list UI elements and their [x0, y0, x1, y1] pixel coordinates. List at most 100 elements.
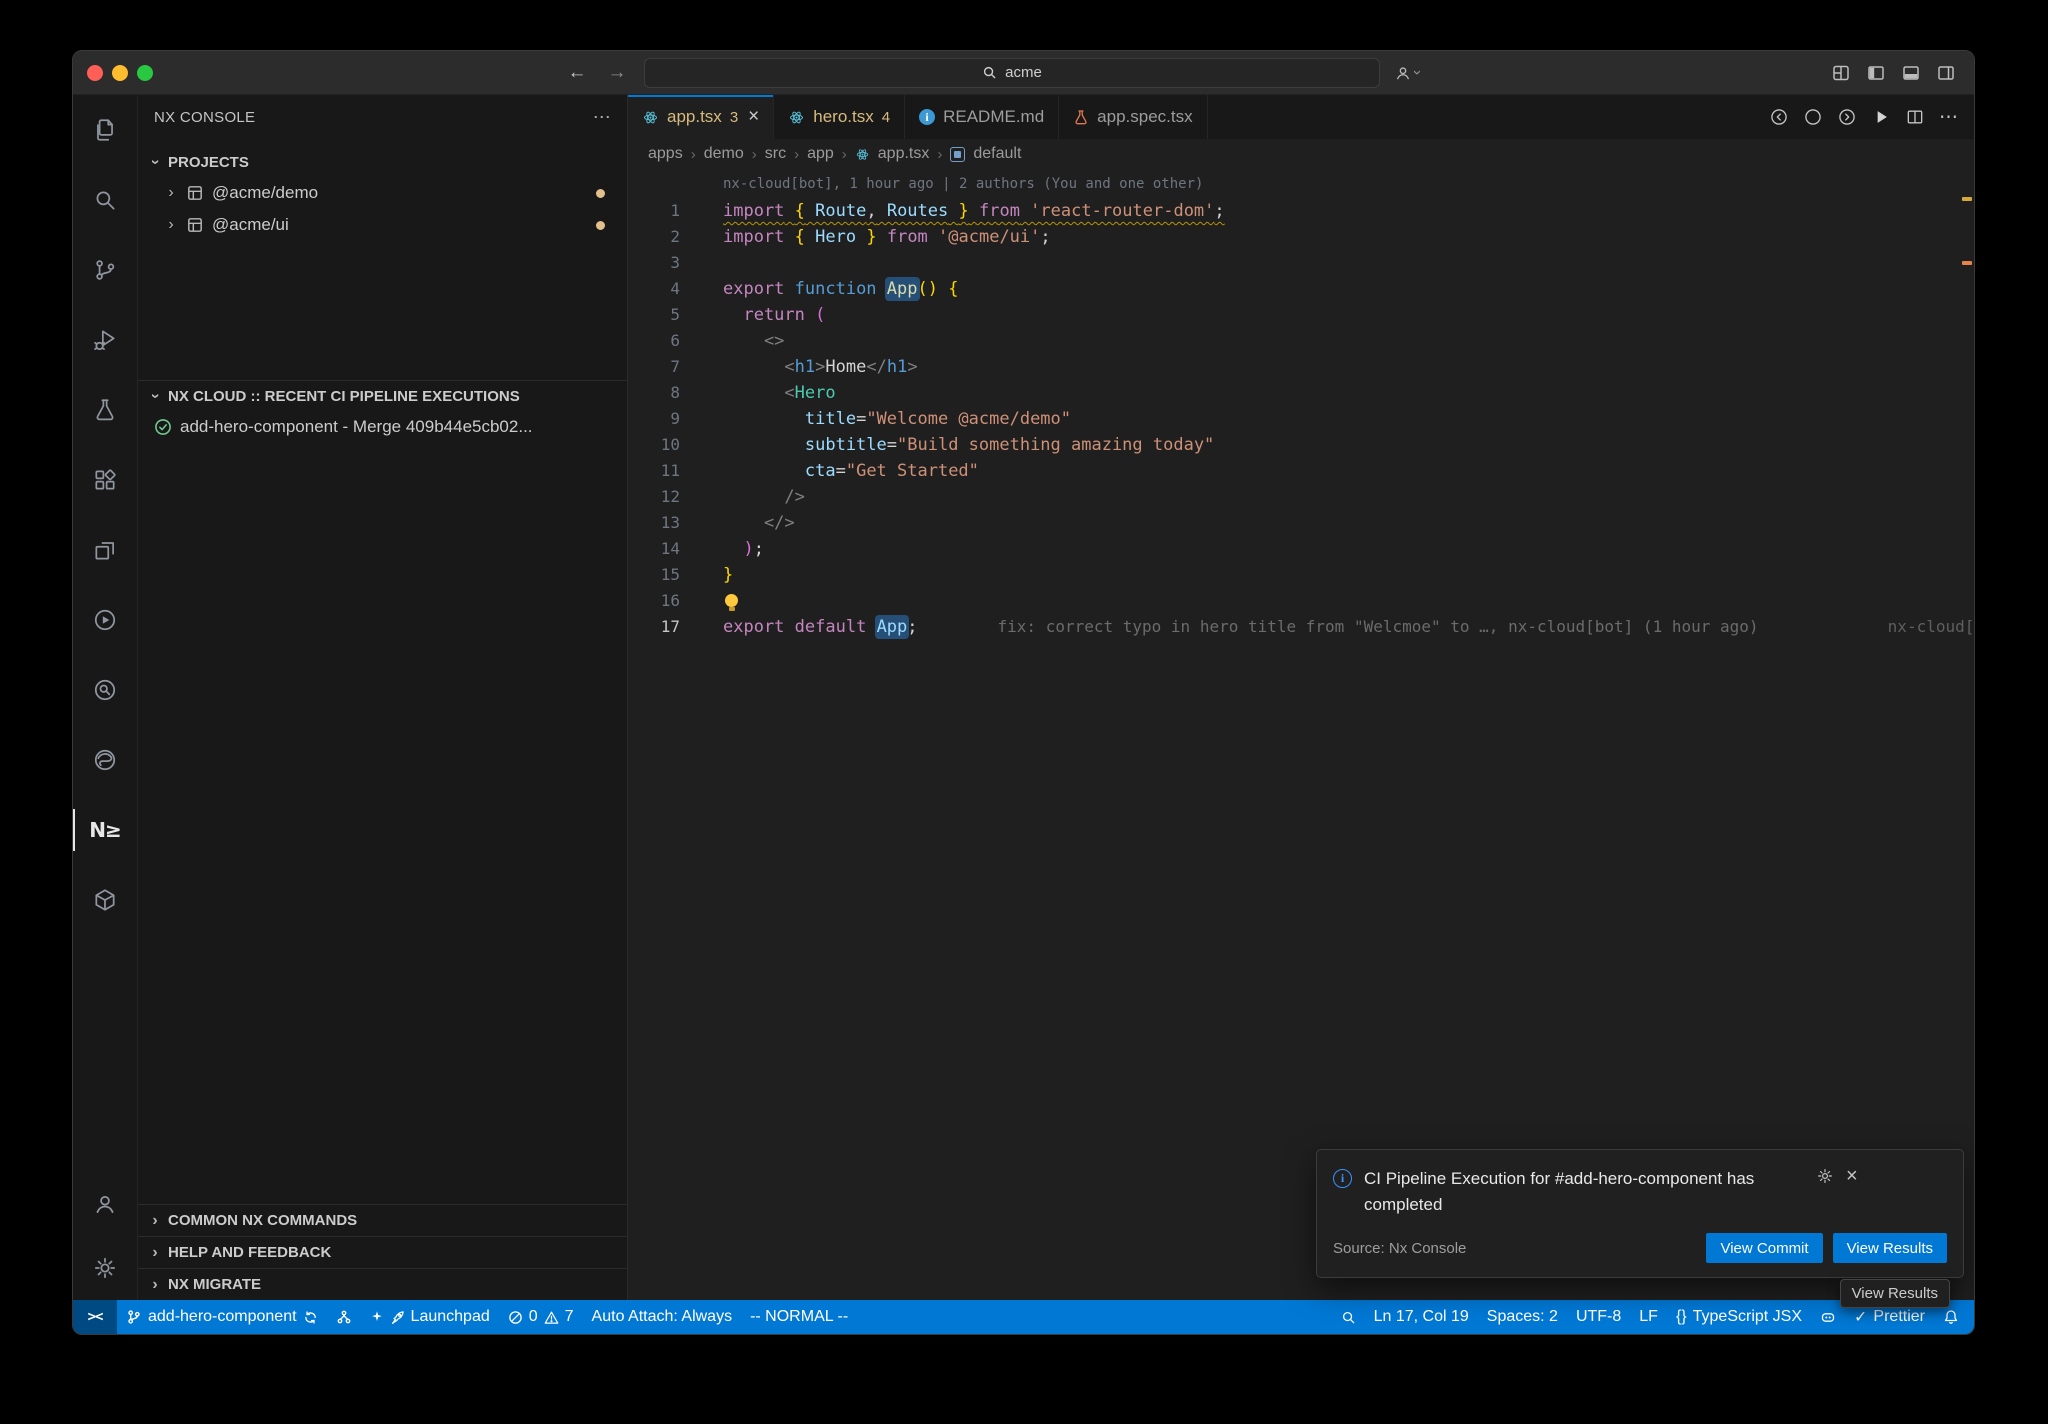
line-number[interactable]: 14 — [628, 536, 680, 562]
eol-item[interactable]: LF — [1630, 1300, 1667, 1334]
code-line[interactable]: 2import { Hero } from '@acme/ui'; — [628, 224, 1974, 250]
testing-icon[interactable] — [73, 375, 137, 445]
commit-graph-item[interactable] — [327, 1300, 361, 1334]
nx-console-icon[interactable]: N≥ — [73, 795, 137, 865]
code-line[interactable]: 11 cta="Get Started" — [628, 458, 1974, 484]
view-commit-button[interactable]: View Commit — [1706, 1233, 1822, 1263]
customize-layout-icon[interactable] — [1831, 63, 1851, 83]
tab-app-spec-tsx[interactable]: app.spec.tsx — [1059, 95, 1207, 139]
line-number[interactable]: 2 — [628, 224, 680, 250]
pipeline-execution-item[interactable]: add-hero-component - Merge 409b44e5cb02.… — [138, 411, 627, 443]
line-number[interactable]: 5 — [628, 302, 680, 328]
lightbulb-icon[interactable] — [725, 594, 738, 607]
line-number[interactable]: 11 — [628, 458, 680, 484]
code-line[interactable]: 3 — [628, 250, 1974, 276]
launchpad-item[interactable]: Launchpad — [361, 1300, 499, 1334]
line-number[interactable]: 6 — [628, 328, 680, 354]
zoom-window-button[interactable] — [137, 65, 153, 81]
package-cube-icon[interactable] — [73, 865, 137, 935]
profile-menu[interactable]: › — [1394, 64, 1420, 82]
toggle-secondary-sidebar-icon[interactable] — [1936, 63, 1956, 83]
section-projects[interactable]: › PROJECTS — [138, 147, 627, 177]
tab-readme-md[interactable]: i README.md — [905, 95, 1059, 139]
section-help-feedback[interactable]: › HELP AND FEEDBACK — [138, 1236, 627, 1268]
code-line[interactable]: 14 ); — [628, 536, 1974, 562]
language-mode-item[interactable]: {} TypeScript JSX — [1667, 1300, 1811, 1334]
indentation-item[interactable]: Spaces: 2 — [1478, 1300, 1567, 1334]
breadcrumb-item[interactable]: app — [807, 145, 834, 163]
breadcrumb-item[interactable]: src — [765, 145, 786, 163]
code-line[interactable]: 9 title="Welcome @acme/demo" — [628, 406, 1974, 432]
nav-back-circle-icon[interactable] — [1769, 107, 1789, 127]
code-line[interactable]: 16 — [628, 588, 1974, 614]
line-number[interactable]: 12 — [628, 484, 680, 510]
code-line[interactable]: 10 subtitle="Build something amazing tod… — [628, 432, 1974, 458]
code-line[interactable]: 15} — [628, 562, 1974, 588]
notification-close-icon[interactable]: × — [1846, 1166, 1858, 1186]
command-center-search[interactable]: acme — [644, 58, 1380, 88]
problems-item[interactable]: 0 7 — [499, 1300, 583, 1334]
source-control-icon[interactable] — [73, 235, 137, 305]
code-line[interactable]: 13 </> — [628, 510, 1974, 536]
tab-app-tsx[interactable]: app.tsx 3 × — [628, 95, 774, 139]
encoding-item[interactable]: UTF-8 — [1567, 1300, 1630, 1334]
line-number[interactable]: 4 — [628, 276, 680, 302]
line-number[interactable]: 13 — [628, 510, 680, 536]
sidebar-more-actions-icon[interactable]: ⋯ — [593, 107, 611, 128]
line-number[interactable]: 8 — [628, 380, 680, 406]
close-tab-icon[interactable]: × — [748, 106, 759, 128]
code-line[interactable]: 6 <> — [628, 328, 1974, 354]
code-line[interactable]: 5 return ( — [628, 302, 1974, 328]
tab-hero-tsx[interactable]: hero.tsx 4 — [774, 95, 905, 139]
play-circle-icon[interactable] — [73, 585, 137, 655]
code-line[interactable]: 8 <Hero — [628, 380, 1974, 406]
breadcrumb-item[interactable]: default — [973, 145, 1021, 163]
explorer-icon[interactable] — [73, 95, 137, 165]
run-debug-icon[interactable] — [73, 305, 137, 375]
breadcrumb-item[interactable]: demo — [704, 145, 744, 163]
git-branch-item[interactable]: add-hero-component — [117, 1300, 327, 1334]
line-number[interactable]: 17 — [628, 614, 680, 640]
code-line[interactable]: 12 /> — [628, 484, 1974, 510]
line-number[interactable]: 1 — [628, 198, 680, 224]
breadcrumb-item[interactable]: app.tsx — [878, 145, 930, 163]
code-line[interactable]: 4export function App() { — [628, 276, 1974, 302]
code-area[interactable]: nx-cloud[bot], 1 hour ago | 2 authors (Y… — [628, 169, 1974, 1300]
breadcrumb-item[interactable]: apps — [648, 145, 683, 163]
history-back-icon[interactable]: ← — [564, 62, 590, 84]
more-actions-icon[interactable]: ⋯ — [1939, 106, 1958, 129]
cursor-position-item[interactable]: Ln 17, Col 19 — [1365, 1300, 1478, 1334]
notification-settings-gear-icon[interactable] — [1816, 1167, 1834, 1185]
remote-explorer-icon[interactable] — [73, 515, 137, 585]
line-number[interactable]: 3 — [628, 250, 680, 276]
remote-indicator[interactable]: >< — [73, 1300, 117, 1334]
project-item-ui[interactable]: › @acme/ui — [138, 209, 627, 241]
circle-outline-icon[interactable] — [1803, 107, 1823, 127]
search-view-icon[interactable] — [73, 165, 137, 235]
line-number[interactable]: 16 — [628, 588, 680, 614]
section-common-nx-commands[interactable]: › COMMON NX COMMANDS — [138, 1204, 627, 1236]
accounts-icon[interactable] — [73, 1172, 137, 1236]
code-line[interactable]: 17export default App;fix: correct typo i… — [628, 614, 1974, 640]
line-number[interactable]: 10 — [628, 432, 680, 458]
run-file-icon[interactable] — [1871, 107, 1891, 127]
project-item-demo[interactable]: › @acme/demo — [138, 177, 627, 209]
history-forward-icon[interactable]: → — [604, 62, 630, 84]
code-line[interactable]: 7 <h1>Home</h1> — [628, 354, 1974, 380]
section-nx-migrate[interactable]: › NX MIGRATE — [138, 1268, 627, 1300]
edge-devtools-icon[interactable] — [73, 725, 137, 795]
toggle-panel-icon[interactable] — [1901, 63, 1921, 83]
view-results-button[interactable]: View Results — [1833, 1233, 1947, 1263]
settings-gear-icon[interactable] — [73, 1236, 137, 1300]
line-number[interactable]: 7 — [628, 354, 680, 380]
split-editor-icon[interactable] — [1905, 107, 1925, 127]
sync-changes-icon[interactable] — [303, 1310, 318, 1325]
nav-forward-circle-icon[interactable] — [1837, 107, 1857, 127]
section-nx-cloud[interactable]: › NX CLOUD :: RECENT CI PIPELINE EXECUTI… — [138, 381, 627, 411]
auto-attach-item[interactable]: Auto Attach: Always — [583, 1300, 742, 1334]
minimize-window-button[interactable] — [112, 65, 128, 81]
screencast-zoom-item[interactable] — [1332, 1300, 1365, 1334]
line-number[interactable]: 15 — [628, 562, 680, 588]
toggle-sidebar-icon[interactable] — [1866, 63, 1886, 83]
vim-mode-item[interactable]: -- NORMAL -- — [741, 1300, 857, 1334]
